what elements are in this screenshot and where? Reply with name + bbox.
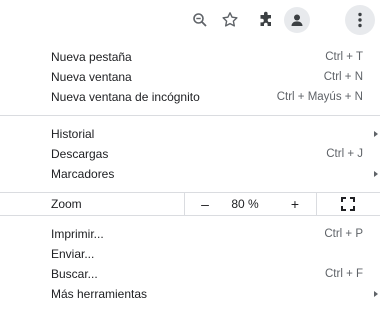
menu-item-label: Más herramientas — [51, 287, 148, 301]
profile-avatar-icon[interactable] — [284, 7, 310, 33]
zoom-out-button[interactable]: – — [190, 193, 220, 215]
zoom-divider — [316, 193, 317, 215]
menu-item-label: Enviar... — [51, 247, 95, 261]
fullscreen-button[interactable] — [330, 193, 366, 215]
star-icon[interactable] — [220, 10, 240, 30]
menu-item-shortcut: Ctrl + J — [326, 148, 363, 160]
menu-item-downloads[interactable]: Descargas Ctrl + J — [0, 144, 380, 164]
menu-item-cast[interactable]: Enviar... — [0, 244, 380, 264]
menu-item-label: Buscar... — [51, 267, 98, 281]
menu-item-shortcut: Ctrl + N — [323, 71, 363, 83]
menu-item-label: Nueva ventana de incógnito — [51, 90, 200, 104]
zoom-divider — [184, 193, 185, 215]
menu-item-shortcut: Ctrl + Mayús + N — [276, 91, 363, 103]
menu-item-label: Nueva ventana — [51, 70, 132, 84]
browser-toolbar — [0, 0, 380, 40]
browser-main-menu: Nueva pestaña Ctrl + T Nueva ventana Ctr… — [0, 40, 380, 304]
menu-item-new-incognito-window[interactable]: Nueva ventana de incógnito Ctrl + Mayús … — [0, 87, 380, 107]
extensions-puzzle-icon[interactable] — [256, 10, 276, 30]
menu-item-shortcut: Ctrl + F — [324, 268, 363, 280]
menu-item-new-window[interactable]: Nueva ventana Ctrl + N — [0, 67, 380, 87]
menu-item-find[interactable]: Buscar... Ctrl + F — [0, 264, 380, 284]
menu-item-bookmarks[interactable]: Marcadores — [0, 164, 380, 184]
fullscreen-icon — [341, 197, 355, 211]
kebab-menu-icon[interactable] — [345, 5, 375, 35]
zoom-in-button[interactable]: + — [280, 193, 310, 215]
menu-item-label: Marcadores — [51, 167, 115, 181]
menu-item-print[interactable]: Imprimir... Ctrl + P — [0, 224, 380, 244]
submenu-arrow-icon — [374, 291, 378, 297]
menu-item-label: Nueva pestaña — [51, 50, 132, 64]
menu-separator — [0, 215, 380, 216]
menu-item-new-tab[interactable]: Nueva pestaña Ctrl + T — [0, 47, 380, 67]
menu-item-shortcut: Ctrl + P — [324, 228, 363, 240]
zoom-row: Zoom – 80 % + — [0, 193, 380, 215]
menu-item-label: Descargas — [51, 147, 109, 161]
menu-item-history[interactable]: Historial — [0, 124, 380, 144]
zoom-label: Zoom — [51, 197, 82, 211]
zoom-out-icon[interactable] — [190, 10, 210, 30]
menu-item-label: Historial — [51, 127, 95, 141]
menu-separator — [0, 115, 380, 116]
menu-item-more-tools[interactable]: Más herramientas — [0, 284, 380, 304]
submenu-arrow-icon — [374, 171, 378, 177]
menu-item-label: Imprimir... — [51, 227, 104, 241]
submenu-arrow-icon — [374, 131, 378, 137]
menu-item-shortcut: Ctrl + T — [325, 51, 363, 63]
zoom-level: 80 % — [231, 197, 259, 211]
